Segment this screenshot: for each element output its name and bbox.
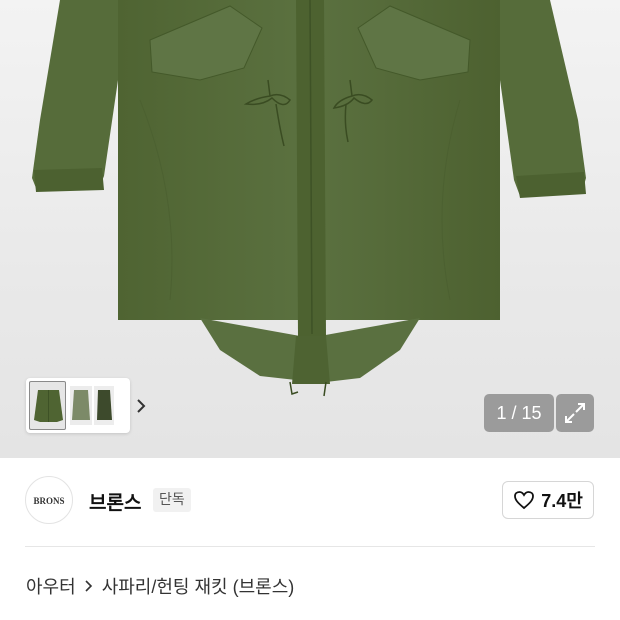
- store-logo[interactable]: BRONS: [25, 476, 73, 524]
- thumbnail-item[interactable]: [94, 386, 114, 425]
- svg-text:BRONS: BRONS: [33, 496, 64, 506]
- like-button[interactable]: 7.4만: [502, 481, 594, 519]
- exclusive-badge: 단독: [153, 488, 191, 512]
- heart-icon: [514, 491, 535, 510]
- image-counter: 1 / 15: [484, 394, 554, 432]
- chevron-right-icon: [85, 580, 92, 592]
- expand-button[interactable]: [556, 394, 594, 432]
- thumbnail-item[interactable]: [70, 386, 92, 425]
- expand-icon: [565, 403, 585, 423]
- like-count: 7.4만: [541, 491, 583, 511]
- breadcrumb: 아우터 사파리/헌팅 재킷 (브론스): [26, 573, 294, 599]
- chevron-right-icon[interactable]: [134, 396, 148, 416]
- breadcrumb-subcategory[interactable]: 사파리/헌팅 재킷 (브론스): [102, 573, 295, 599]
- store-name[interactable]: 브론스: [89, 488, 141, 515]
- thumbnail-strip[interactable]: [26, 378, 146, 433]
- divider: [25, 546, 595, 547]
- thumbnail-selected[interactable]: [29, 381, 66, 430]
- breadcrumb-category[interactable]: 아우터: [26, 573, 76, 599]
- store-info: BRONS 브론스 단독 7.4만: [0, 458, 620, 546]
- product-image-gallery[interactable]: 1 / 15: [0, 0, 620, 458]
